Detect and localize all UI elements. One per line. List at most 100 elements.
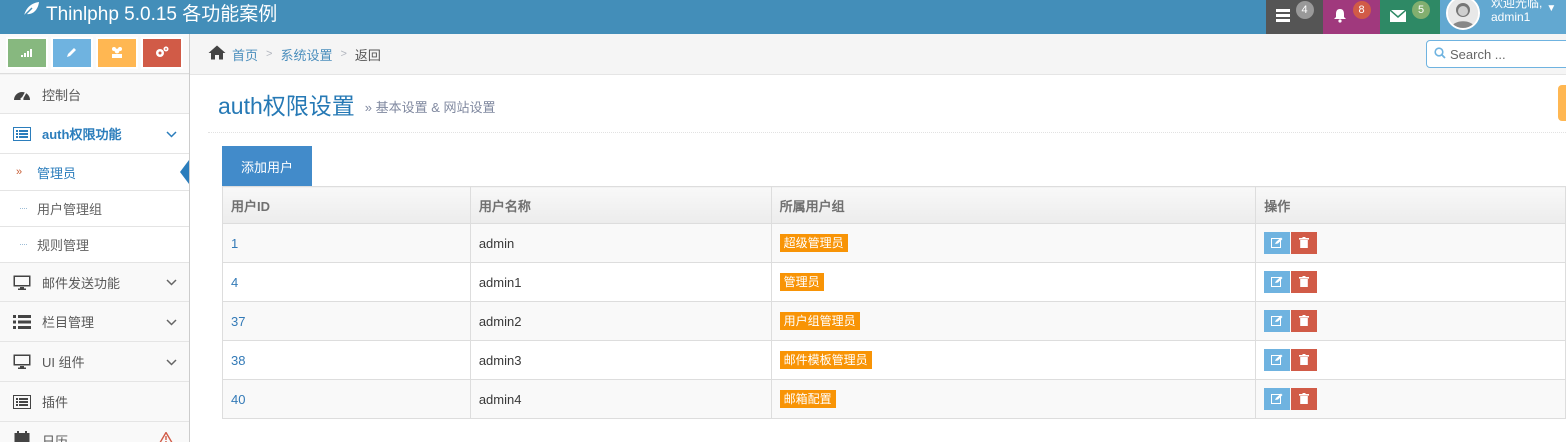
delete-button[interactable] [1291, 388, 1318, 410]
nav-search [1426, 40, 1566, 68]
user-name: admin1 [1491, 10, 1531, 24]
user-group-cell: 用户组管理员 [770, 301, 1257, 341]
messages-menu[interactable]: 5 [1380, 0, 1440, 34]
edit-icon [1271, 392, 1283, 407]
delete-button[interactable] [1291, 271, 1318, 293]
sidebar-subitem-label: 用户管理组 [37, 202, 103, 217]
actions-cell [1255, 340, 1566, 380]
sidebar-subitem-rules[interactable]: 规则管理 [0, 227, 189, 263]
column-header-name: 用户名称 [469, 186, 772, 224]
table-row: 40 admin4 邮箱配置 [222, 379, 1566, 419]
sidebar-item-ui-components[interactable]: UI 组件 [0, 342, 189, 382]
user-name-cell: admin1 [469, 262, 772, 302]
calendar-icon [12, 431, 32, 442]
edit-button[interactable] [1264, 388, 1291, 410]
add-user-button[interactable]: 添加用户 [222, 146, 312, 186]
sidebar-item-plugins[interactable]: 插件 [0, 382, 189, 422]
sidebar-item-label: 栏目管理 [42, 315, 95, 330]
table-row: 37 admin2 用户组管理员 [222, 301, 1566, 341]
sidebar-item-dashboard[interactable]: 控制台 [0, 75, 189, 114]
group-label: 邮箱配置 [779, 390, 836, 408]
group-label: 超级管理员 [779, 234, 848, 252]
users-table: 用户ID 用户名称 所属用户组 操作 1 admin 超级管理员 4 admin… [222, 186, 1566, 419]
group-icon [110, 46, 124, 61]
user-id-link[interactable]: 37 [222, 301, 471, 341]
avatar [1446, 0, 1480, 30]
user-id-link[interactable]: 38 [222, 340, 471, 380]
bell-icon [1333, 8, 1347, 26]
user-name-cell: admin3 [469, 340, 772, 380]
user-menu[interactable]: 欢迎光临, admin1 ▼ [1440, 0, 1566, 34]
shortcut-pencil-button[interactable] [51, 37, 93, 69]
sidebar-item-calendar[interactable]: 日历 [0, 422, 189, 442]
search-input[interactable] [1450, 46, 1566, 62]
breadcrumb-section-link[interactable]: 系统设置 [280, 45, 332, 64]
cogs-icon [155, 46, 169, 61]
actions-cell [1255, 223, 1566, 263]
sidebar-subitem-label: 规则管理 [37, 238, 90, 253]
tasks-icon [1275, 9, 1290, 25]
settings-toggle[interactable] [1558, 85, 1566, 121]
table-row: 1 admin 超级管理员 [222, 223, 1566, 263]
edit-icon [1271, 275, 1283, 290]
edit-icon [1271, 236, 1283, 251]
shortcut-group-button[interactable] [96, 37, 138, 69]
user-id-link[interactable]: 40 [222, 379, 471, 419]
group-label: 用户组管理员 [779, 312, 860, 330]
shortcut-cogs-button[interactable] [141, 37, 183, 69]
edit-button[interactable] [1264, 232, 1291, 254]
home-icon[interactable] [208, 45, 226, 63]
sidebar-item-label: 控制台 [42, 87, 82, 103]
list-alt-icon [12, 126, 32, 141]
shortcut-signal-button[interactable] [6, 37, 48, 69]
sidebar-item-label: 邮件发送功能 [42, 275, 121, 291]
user-group-cell: 管理员 [770, 262, 1257, 302]
notifications-menu[interactable]: 8 [1323, 0, 1380, 34]
user-group-cell: 邮箱配置 [770, 379, 1257, 419]
sidebar-item-columns[interactable]: 栏目管理 [0, 302, 189, 342]
user-name-cell: admin [469, 223, 772, 263]
list-icon [12, 314, 32, 329]
breadcrumb-current: 返回 [354, 47, 381, 63]
brand[interactable]: Thinlphp 5.0.15 各功能案例 [22, 0, 277, 25]
edit-button[interactable] [1264, 349, 1291, 371]
user-id-link[interactable]: 1 [222, 223, 471, 263]
chevron-down-icon [166, 127, 177, 141]
chevron-down-icon [166, 315, 177, 329]
sidebar-item-mail[interactable]: 邮件发送功能 [0, 263, 189, 302]
table-row: 4 admin1 管理员 [222, 262, 1566, 302]
leaf-icon [22, 1, 40, 23]
edit-button[interactable] [1264, 310, 1291, 332]
actions-cell [1255, 301, 1566, 341]
group-label: 管理员 [779, 273, 824, 291]
sidebar-item-auth[interactable]: auth权限功能 [0, 114, 189, 154]
messages-count-badge: 5 [1412, 1, 1430, 19]
column-header-group: 所属用户组 [770, 186, 1257, 224]
user-name-cell: admin2 [469, 301, 772, 341]
tree-line [20, 208, 27, 209]
tree-line [20, 244, 27, 245]
sidebar-subitem-user-groups[interactable]: 用户管理组 [0, 191, 189, 227]
active-indicator [180, 160, 189, 184]
column-header-id: 用户ID [222, 186, 471, 224]
top-navbar: Thinlphp 5.0.15 各功能案例 4 8 5 欢迎光临, admin1… [0, 0, 1566, 34]
sidebar-subitem-admins[interactable]: » 管理员 [0, 154, 189, 191]
delete-button[interactable] [1291, 349, 1318, 371]
breadcrumb-home-link[interactable]: 首页 [232, 45, 258, 64]
chevron-down-icon [166, 355, 177, 369]
sidebar-item-label: auth权限功能 [42, 127, 122, 142]
warning-icon [159, 431, 173, 442]
page-title: auth权限设置 [218, 92, 355, 119]
trash-icon [1299, 392, 1310, 407]
delete-button[interactable] [1291, 232, 1318, 254]
edit-button[interactable] [1264, 271, 1291, 293]
trash-icon [1299, 353, 1310, 368]
edit-icon [1271, 353, 1283, 368]
sidebar-item-label: 插件 [42, 395, 69, 410]
tasks-menu[interactable]: 4 [1266, 0, 1323, 34]
user-group-cell: 超级管理员 [770, 223, 1257, 263]
desktop-icon [12, 275, 32, 290]
delete-button[interactable] [1291, 310, 1318, 332]
user-id-link[interactable]: 4 [222, 262, 471, 302]
envelope-icon [1389, 8, 1407, 25]
